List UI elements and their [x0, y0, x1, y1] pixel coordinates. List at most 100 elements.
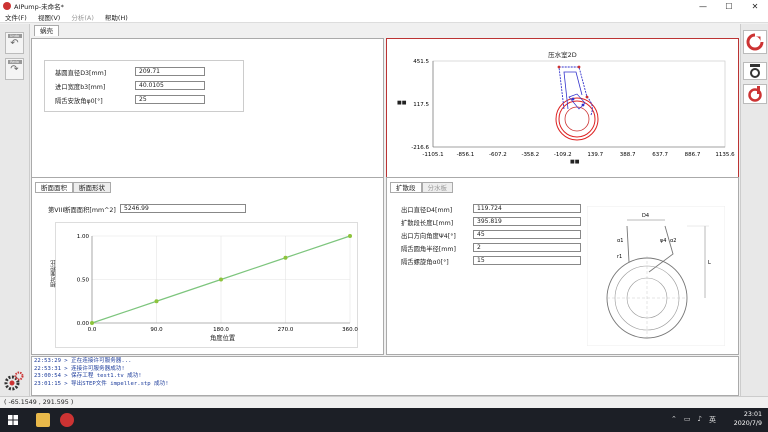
undo-button[interactable]: Undo ↶ — [5, 32, 24, 54]
network-icon[interactable]: ▭ — [684, 415, 691, 425]
window-title: AIPump-未命名* — [14, 3, 64, 11]
right-toolbar — [740, 24, 768, 396]
volute-x-tick: -358.2 — [521, 152, 539, 158]
data-point — [90, 321, 94, 325]
y-tick-label: 0.00 — [77, 321, 90, 327]
b3-input[interactable]: 40.0105 — [135, 81, 205, 90]
volute-y-tick: 451.5 — [413, 59, 429, 65]
phi0-input[interactable]: 25 — [135, 95, 205, 104]
volute-x-tick: -856.1 — [457, 152, 475, 158]
status-bar: ( -65.1549 , 291.595 ) — [0, 396, 768, 408]
d4-input[interactable]: 119.724 — [473, 204, 581, 213]
aipump-taskbar-icon[interactable] — [60, 413, 74, 427]
volute-x-tick: 388.7 — [620, 152, 636, 158]
volute-x-tick: -1105.1 — [422, 152, 443, 158]
d3-input[interactable]: 209.71 — [135, 67, 205, 76]
data-point — [283, 255, 288, 260]
alpha0-input[interactable]: 15 — [473, 256, 581, 265]
windows-start-icon[interactable] — [8, 415, 18, 425]
maximize-button[interactable]: ☐ — [716, 0, 742, 12]
psi4-input[interactable]: 45 — [473, 230, 581, 239]
clock[interactable]: 23:01 2020/7/9 — [734, 410, 762, 428]
log-line: 23:00:54 > 保存工程 test1.tv 成功! — [34, 373, 142, 379]
chevron-up-icon[interactable]: ⌃ — [671, 415, 677, 425]
y-tick-label: 1.00 — [77, 234, 90, 240]
ime-indicator[interactable]: 英 — [709, 415, 716, 425]
data-point — [154, 299, 159, 304]
tab-volute[interactable]: 蜗壳 — [34, 25, 59, 36]
volute-y-tick: 117.5 — [413, 102, 429, 108]
console-log[interactable]: 22:53:29 > 正在连接许可服务器... 22:53:31 > 连接许可服… — [31, 356, 739, 396]
menu-bar: 文件(F) 视图(V) 分析(A) 帮助(H) — [0, 12, 768, 23]
d-logo-icon — [750, 64, 760, 78]
field-label-phi0: 隔舌安放角φ0[°] — [55, 98, 103, 105]
menu-analysis[interactable]: 分析(A) — [71, 12, 94, 22]
redo-button[interactable]: Redo ↷ — [5, 58, 24, 80]
volume-icon[interactable]: ♪ — [698, 415, 702, 425]
sketch-label-l: L — [708, 260, 711, 266]
log-line: 22:53:31 > 连接许可服务器成功! — [34, 365, 125, 372]
clock-time: 23:01 — [743, 411, 762, 418]
close-button[interactable]: ✕ — [742, 0, 768, 12]
l-input[interactable]: 395.819 — [473, 217, 581, 226]
title-bar: AIPump-未命名* — ☐ ✕ — [0, 0, 768, 12]
cursor-coordinates: ( -65.1549 , 291.595 ) — [4, 399, 74, 406]
data-point — [348, 234, 352, 238]
volute-x-tick: 637.7 — [652, 152, 668, 158]
data-point — [219, 277, 223, 282]
volute-plot-area — [432, 60, 726, 148]
main-area: 蜗壳 基圆直径D3[mm] 209.71 进口宽度b3[mm] 40.0105 … — [31, 24, 739, 356]
tab-diffuser[interactable]: 扩散段 — [390, 182, 422, 193]
field-label-d4: 出口直径D4[mm] — [401, 207, 453, 214]
sketch-label-a1: α1 — [617, 238, 623, 244]
area-chart-y-label: 相对面积比 — [51, 260, 57, 288]
volute-y-label: ■■ — [397, 100, 407, 106]
redo-arrow-icon: ↷ — [10, 64, 19, 75]
x-tick-label: 0.0 — [88, 327, 97, 333]
volute-module-button[interactable] — [743, 84, 767, 104]
sketch-label-d4: D4 — [642, 213, 649, 219]
taskbar: ⌃ ▭ ♪ 英 23:01 2020/7/9 — [0, 408, 768, 432]
field-label-l: 扩散段长度L[mm] — [401, 220, 454, 227]
field-label-b3: 进口宽度b3[mm] — [55, 84, 106, 91]
field-label-d3: 基圆直径D3[mm] — [55, 70, 107, 77]
volute-2d-panel[interactable]: 压水室2D 451.5 117.5 -216.6 -1105.1 -856.1 -607… — [386, 38, 739, 200]
menu-view[interactable]: 视图(V) — [38, 12, 61, 22]
volute-logo-icon — [748, 86, 762, 102]
log-line: 23:01:15 > 导出STEP文件 impeller.stp 成功! — [34, 380, 169, 387]
volute-y-tick: -216.6 — [411, 145, 429, 151]
field-label-psi4: 出口方向角度Ψ4[°] — [401, 233, 456, 240]
volute-x-tick: -109.2 — [554, 152, 572, 158]
area-ratio-chart: 0.0 90.0 180.0 270.0 360.00.000.501.00 — [77, 234, 358, 333]
field-label-alpha0: 隔舌螺旋角α0[°] — [401, 259, 449, 266]
text-module-button[interactable] — [743, 62, 767, 80]
volute-x-label: ■■ — [570, 159, 580, 165]
minimize-button[interactable]: — — [690, 0, 716, 12]
base-params-panel: 基圆直径D3[mm] 209.71 进口宽度b3[mm] 40.0105 隔舌安… — [31, 38, 384, 200]
x-tick-label: 90.0 — [150, 327, 163, 333]
diffuser-sketch: D4 α1 α2 ψ4 L r1 — [587, 206, 725, 346]
app-logo-icon — [3, 2, 11, 10]
y-tick-label: 0.50 — [77, 278, 90, 284]
volute-chart: 451.5 117.5 -216.6 -1105.1 -856.1 -607.2 -358… — [411, 59, 735, 158]
menu-file[interactable]: 文件(F) — [5, 12, 27, 22]
volute-x-tick: 886.7 — [685, 152, 701, 158]
impeller-logo-icon — [746, 33, 764, 51]
fillet-radius-input[interactable]: 2 — [473, 243, 581, 252]
x-tick-label: 360.0 — [342, 327, 358, 333]
tab-splitter[interactable]: 分水板 — [421, 182, 453, 193]
volute-x-tick: 1135.6 — [715, 152, 735, 158]
area-chart-x-label: 角度位置 — [210, 335, 236, 342]
file-explorer-icon[interactable] — [36, 413, 50, 427]
menu-help[interactable]: 帮助(H) — [105, 12, 128, 22]
volute-shape — [555, 65, 599, 141]
field-label-fillet: 隔舌圆角半径[mm] — [401, 246, 456, 253]
sketch-label-r1: r1 — [617, 254, 622, 260]
sketch-label-a2: α2 — [670, 238, 676, 244]
log-line: 22:53:29 > 正在连接许可服务器... — [34, 358, 132, 364]
section-area-panel: 断面面积 断面形状 第VIII断面面积[mm^2] 5246.99 0.0 90.… — [31, 177, 384, 355]
settings-gear-icon[interactable] — [3, 370, 25, 392]
clock-date: 2020/7/9 — [733, 420, 762, 427]
undo-arrow-icon: ↶ — [10, 38, 19, 49]
impeller-module-button[interactable] — [743, 30, 767, 54]
